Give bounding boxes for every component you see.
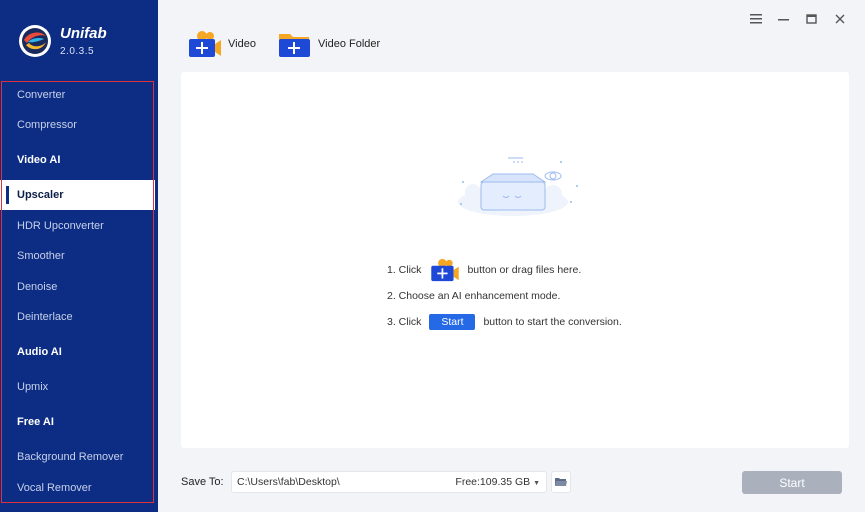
add-video-label: Video bbox=[228, 38, 256, 50]
sidebar: Unifab 2.0.3.5 Converter Compressor Vide… bbox=[0, 0, 158, 512]
sidebar-item-smoother[interactable]: Smoother bbox=[0, 241, 155, 271]
free-space-text: Free:109.35 GB bbox=[455, 476, 531, 488]
maximize-icon[interactable] bbox=[805, 12, 819, 26]
sidebar-item-upmix[interactable]: Upmix bbox=[0, 372, 155, 402]
sidebar-item-denoise[interactable]: Denoise bbox=[0, 272, 155, 302]
app-window: Unifab 2.0.3.5 Converter Compressor Vide… bbox=[0, 0, 865, 512]
instruction-step-3: 3. Click Start button to start the conve… bbox=[387, 314, 622, 330]
empty-box-illustration-icon bbox=[458, 157, 578, 216]
sidebar-item-vocal-remover[interactable]: Vocal Remover bbox=[0, 473, 155, 503]
menu-icon[interactable] bbox=[749, 12, 763, 26]
sidebar-section-free-ai: Free AI bbox=[17, 416, 54, 428]
step3-prefix: 3. Click bbox=[387, 316, 422, 328]
instruction-step-2: 2. Choose an AI enhancement mode. bbox=[387, 290, 560, 302]
step1-prefix: 1. Click bbox=[387, 264, 422, 276]
add-folder-label: Video Folder bbox=[318, 38, 381, 50]
start-button[interactable]: Start bbox=[742, 471, 842, 494]
step3-suffix: button to start the conversion. bbox=[483, 316, 622, 328]
sidebar-item-upscaler[interactable]: Upscaler bbox=[0, 180, 155, 210]
sidebar-section-audio-ai: Audio AI bbox=[17, 346, 62, 358]
close-icon[interactable] bbox=[833, 12, 847, 26]
unifab-logo-icon bbox=[19, 25, 51, 57]
dropdown-arrow-icon: ▼ bbox=[533, 480, 540, 487]
output-path-text: C:\Users\fab\Desktop\ bbox=[237, 476, 340, 488]
add-video-mini-icon bbox=[431, 258, 460, 282]
free-space-dropdown[interactable]: Free:109.35 GB ▼ bbox=[455, 476, 540, 488]
sidebar-item-converter[interactable]: Converter bbox=[0, 80, 155, 110]
browse-folder-button[interactable] bbox=[551, 471, 571, 493]
sidebar-item-background-remover[interactable]: Background Remover bbox=[0, 442, 155, 472]
sidebar-section-video-ai: Video AI bbox=[17, 154, 61, 166]
add-folder-button[interactable]: Video Folder bbox=[278, 28, 380, 60]
add-video-button[interactable]: Video bbox=[188, 28, 256, 60]
step2-text: 2. Choose an AI enhancement mode. bbox=[387, 290, 561, 302]
file-drop-area[interactable]: 1. Click button or drag files here. 2. C… bbox=[181, 72, 849, 448]
app-version: 2.0.3.5 bbox=[60, 46, 95, 57]
window-controls bbox=[749, 12, 847, 26]
brand: Unifab 2.0.3.5 bbox=[0, 0, 158, 78]
sidebar-item-deinterlace[interactable]: Deinterlace bbox=[0, 302, 155, 332]
folder-icon bbox=[555, 478, 567, 486]
output-path-field[interactable]: C:\Users\fab\Desktop\ Free:109.35 GB ▼ bbox=[231, 471, 547, 493]
add-folder-icon bbox=[279, 34, 310, 57]
sidebar-item-hdr-upconverter[interactable]: HDR Upconverter bbox=[0, 211, 155, 241]
add-video-icon bbox=[189, 31, 221, 57]
app-name: Unifab bbox=[60, 25, 107, 42]
sidebar-item-compressor[interactable]: Compressor bbox=[0, 110, 155, 140]
save-to-label: Save To: bbox=[181, 476, 224, 488]
minimize-icon[interactable] bbox=[777, 12, 791, 26]
instruction-step-1: 1. Click button or drag files here. bbox=[387, 258, 581, 282]
step1-suffix: button or drag files here. bbox=[467, 264, 582, 276]
start-mini-button: Start bbox=[429, 314, 476, 330]
